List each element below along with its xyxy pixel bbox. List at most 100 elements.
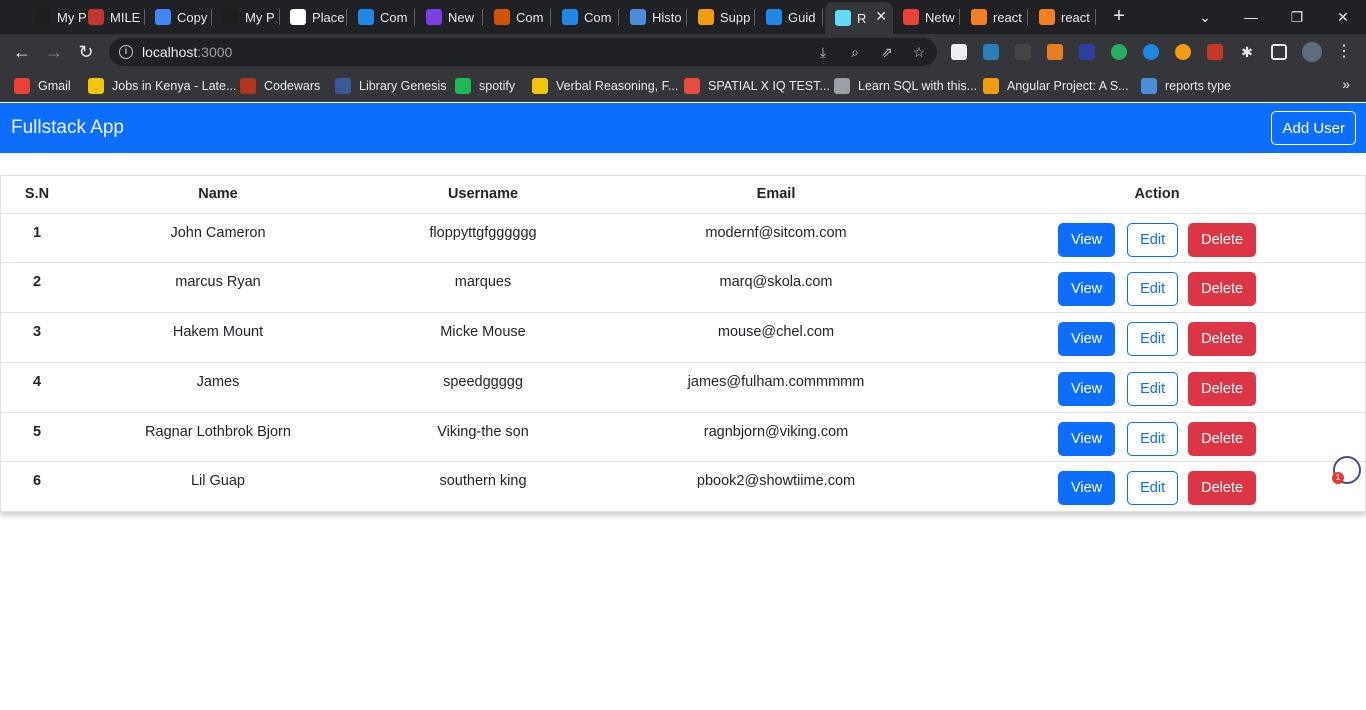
tab-separator <box>959 9 960 25</box>
address-bar[interactable]: i localhost:3000 ⤓ ⌕ ⇗ ☆ <box>109 38 937 66</box>
view-button[interactable]: View <box>1057 471 1116 506</box>
browser-tab[interactable]: Copy <box>145 4 212 30</box>
table-row: 6 Lil Guap southern king pbook2@showtiime.c… <box>1 462 1365 512</box>
delete-button[interactable]: Delete <box>1188 421 1257 456</box>
browser-tab[interactable]: Netw <box>893 4 960 30</box>
view-button[interactable]: View <box>1057 322 1116 357</box>
extension-firefox-icon[interactable] <box>1175 44 1191 60</box>
cell-username: floppyttgfgggggg <box>363 213 603 264</box>
view-button[interactable]: View <box>1057 222 1116 257</box>
edit-button[interactable]: Edit <box>1127 272 1179 307</box>
browser-tab[interactable]: MILE <box>78 4 145 30</box>
tab-search-icon[interactable]: ⌄ <box>1182 4 1228 30</box>
browser-tab[interactable]: react <box>961 4 1028 30</box>
cell-name: Ragnar Lothbrok Bjorn <box>73 412 363 463</box>
tab-separator <box>1027 9 1028 25</box>
cell-sn: 2 <box>1 262 73 314</box>
delete-button[interactable]: Delete <box>1188 471 1257 506</box>
share-icon[interactable]: ⇗ <box>879 44 895 60</box>
browser-tab[interactable]: New <box>416 4 483 30</box>
new-tab-button[interactable]: + <box>1109 6 1129 26</box>
view-button[interactable]: View <box>1057 421 1116 456</box>
forward-icon[interactable]: → <box>44 42 64 62</box>
edit-button[interactable]: Edit <box>1127 421 1179 456</box>
bookmark-label: Jobs in Kenya - Late... <box>112 79 237 93</box>
bookmark-item[interactable]: Codewars <box>240 76 320 96</box>
side-panel-icon[interactable] <box>1271 44 1287 60</box>
browser-tab[interactable]: Histo <box>620 4 687 30</box>
cell-name: John Cameron <box>73 213 363 264</box>
bookmark-label: Codewars <box>264 79 321 93</box>
close-tab-icon[interactable]: ✕ <box>875 8 887 25</box>
cell-email: modernf@sitcom.com <box>603 213 949 264</box>
bookmark-item[interactable]: Angular Project: A S... <box>983 76 1129 96</box>
browser-tab[interactable]: My P <box>213 4 280 30</box>
bookmark-item[interactable]: spotify <box>455 76 515 96</box>
browser-tab[interactable]: react <box>1029 4 1096 30</box>
browser-tab[interactable]: Place <box>280 4 347 30</box>
bookmark-item[interactable]: Library Genesis <box>335 76 447 96</box>
install-icon[interactable]: ⤓ <box>815 44 831 60</box>
url-text[interactable]: localhost:3000 <box>142 44 232 60</box>
tab-label: Supp <box>720 9 751 25</box>
browser-tab[interactable]: Com <box>484 4 551 30</box>
cell-email: ragnbjorn@viking.com <box>603 412 949 463</box>
delete-button[interactable]: Delete <box>1188 272 1257 307</box>
menu-icon[interactable]: ⋮ <box>1334 42 1354 62</box>
close-window-button[interactable]: ✕ <box>1320 4 1366 30</box>
bookmark-item[interactable]: reports type <box>1141 76 1231 96</box>
extension-red-icon[interactable] <box>1207 44 1223 60</box>
helper-badge: 1 <box>1332 472 1344 484</box>
tab-label: Copy <box>177 9 208 25</box>
tools-icon <box>698 9 714 25</box>
extension-edge-icon[interactable] <box>1143 44 1159 60</box>
cell-username: Micke Mouse <box>363 312 603 363</box>
view-button[interactable]: View <box>1057 272 1116 307</box>
browser-tab[interactable]: Supp <box>688 4 755 30</box>
extensions-puzzle-icon[interactable]: ✱ <box>1239 44 1255 60</box>
chat-helper-icon[interactable]: 1 <box>1332 456 1361 484</box>
extension-notes-icon[interactable] <box>951 44 967 60</box>
brand-title[interactable]: Fullstack App <box>11 117 124 139</box>
cell-sn: 4 <box>1 362 73 413</box>
browser-tab[interactable]: R ✕ <box>825 2 893 34</box>
bookmark-item[interactable]: Jobs in Kenya - Late... <box>88 76 236 96</box>
extension-dark-icon[interactable] <box>1015 44 1031 60</box>
view-button[interactable]: View <box>1057 371 1116 406</box>
site-info-icon[interactable]: i <box>119 45 133 59</box>
back-icon[interactable]: ← <box>12 42 32 62</box>
restore-button[interactable]: ❐ <box>1274 4 1320 30</box>
minimize-button[interactable]: — <box>1228 4 1274 30</box>
reload-icon[interactable]: ↻ <box>76 42 96 62</box>
browser-tab[interactable]: Guid <box>756 4 823 30</box>
app-icon <box>426 9 442 25</box>
extension-globe-icon[interactable] <box>1111 44 1127 60</box>
bookmark-item[interactable]: Verbal Reasoning, F... <box>532 76 678 96</box>
edit-button[interactable]: Edit <box>1127 322 1179 357</box>
browser-tab[interactable]: Com <box>348 4 415 30</box>
bookmark-star-icon[interactable]: ☆ <box>911 44 927 60</box>
zoom-icon[interactable]: ⌕ <box>847 44 863 60</box>
tab-label: MILE <box>110 9 141 25</box>
edit-button[interactable]: Edit <box>1127 471 1179 506</box>
url-port: :3000 <box>197 44 233 60</box>
more-bookmarks-icon[interactable]: » <box>1342 76 1350 92</box>
edit-button[interactable]: Edit <box>1127 222 1179 257</box>
table-row: 2 marcus Ryan marques marq@skola.com View Edi… <box>1 262 1365 314</box>
bookmark-item[interactable]: SPATIAL X IQ TEST... <box>684 76 830 96</box>
bookmark-item[interactable]: Gmail <box>14 76 71 96</box>
metamask-icon[interactable] <box>1047 44 1063 60</box>
delete-button[interactable]: Delete <box>1188 322 1257 357</box>
edit-button[interactable]: Edit <box>1127 371 1179 406</box>
column-header-username: Username <box>363 176 603 214</box>
add-user-button[interactable]: Add User <box>1271 111 1356 145</box>
delete-button[interactable]: Delete <box>1188 371 1257 406</box>
browser-tab[interactable]: Com <box>552 4 619 30</box>
bookmark-item[interactable]: Learn SQL with this... <box>834 76 977 96</box>
profile-avatar[interactable] <box>1302 42 1322 62</box>
cell-email: james@fulham.commmmm <box>603 362 949 413</box>
extension-blue-icon[interactable] <box>1079 44 1095 60</box>
delete-button[interactable]: Delete <box>1188 222 1257 257</box>
extension-f-icon[interactable] <box>983 44 999 60</box>
tab-separator <box>550 9 551 25</box>
